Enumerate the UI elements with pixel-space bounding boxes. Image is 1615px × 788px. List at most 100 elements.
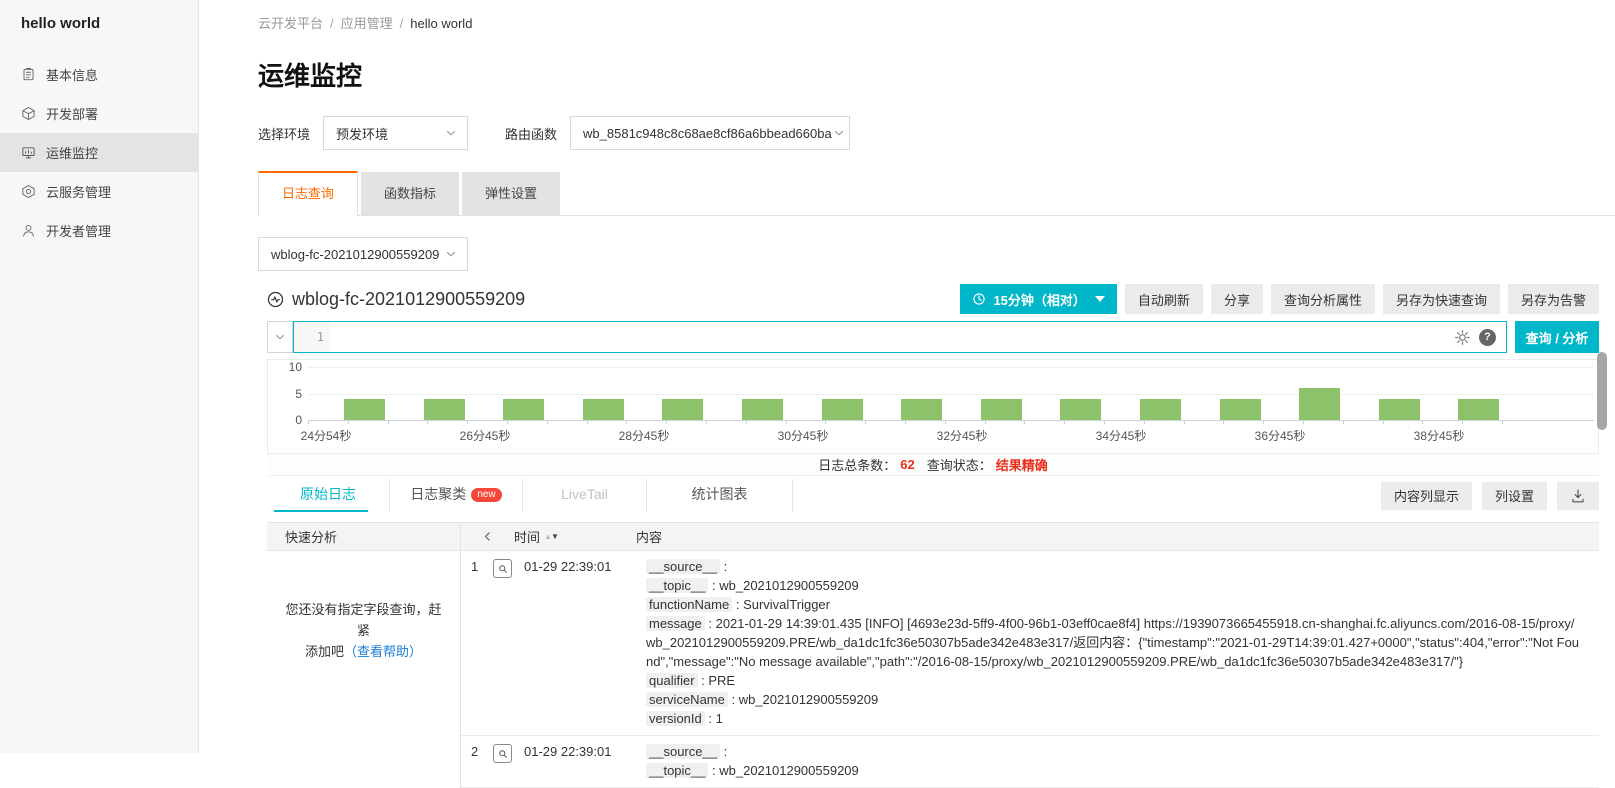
sort-icons[interactable]: ▲▼	[544, 532, 558, 541]
breadcrumb-separator: /	[330, 16, 334, 31]
log-field-key[interactable]: functionName	[646, 597, 732, 612]
result-tab-统计图表[interactable]: 统计图表	[647, 479, 793, 512]
x-axis-tick	[825, 420, 826, 424]
toolbar-button-查询分析属性[interactable]: 查询分析属性	[1271, 284, 1375, 314]
view-help-link[interactable]: （查看帮助）	[344, 644, 422, 659]
log-row-index: 2	[471, 742, 493, 780]
x-axis-tick	[786, 420, 787, 424]
monitor-icon	[21, 145, 36, 160]
gear-icon[interactable]	[1454, 329, 1471, 346]
route-function-value: wb_8581c948c8c68ae8cf86a6bbead660ba	[583, 126, 832, 141]
sidebar-menu: 基本信息开发部署运维监控云服务管理开发者管理	[0, 55, 198, 250]
log-field-key[interactable]: __source__	[646, 744, 720, 759]
logstore-select[interactable]: wblog-fc-2021012900559209	[258, 237, 468, 271]
breadcrumb-item[interactable]: 应用管理	[341, 16, 393, 31]
tab-弹性设置[interactable]: 弹性设置	[462, 172, 560, 215]
time-range-button[interactable]: 15分钟（相对）	[960, 284, 1116, 314]
toolbar-button-自动刷新[interactable]: 自动刷新	[1125, 284, 1203, 314]
x-axis-tick-label: 38分45秒	[1414, 427, 1465, 444]
x-axis-tick	[985, 420, 986, 424]
log-field-sep: :	[720, 744, 727, 759]
toolbar-button-另存为告警[interactable]: 另存为告警	[1508, 284, 1599, 314]
log-field-sep: :	[705, 711, 716, 726]
search-analyze-button[interactable]: 查询 / 分析	[1515, 321, 1599, 353]
log-row: 101-29 22:39:01__source__ : __topic__ : …	[461, 551, 1599, 736]
tab-函数指标[interactable]: 函数指标	[361, 172, 459, 215]
toolbar-button-另存为快速查询[interactable]: 另存为快速查询	[1383, 284, 1500, 314]
result-tab-原始日志[interactable]: 原始日志	[267, 479, 390, 512]
log-field-key[interactable]: __topic__	[646, 578, 708, 593]
log-row-time: 01-29 22:39:01	[524, 742, 646, 780]
log-field-key[interactable]: __topic__	[646, 763, 708, 778]
histogram-bar	[583, 399, 624, 420]
time-column-header[interactable]: 时间 ▲▼	[514, 527, 636, 546]
help-icon[interactable]: ?	[1479, 329, 1496, 346]
main-tabs: 日志查询函数指标弹性设置	[258, 171, 1615, 216]
log-field: __source__ :	[646, 557, 1583, 576]
log-field-key[interactable]: versionId	[646, 711, 705, 726]
x-axis-tick	[905, 420, 906, 424]
log-field-sep: :	[708, 578, 719, 593]
breadcrumb-item[interactable]: 云开发平台	[258, 16, 323, 31]
log-detail-button[interactable]	[493, 744, 512, 763]
collapse-column-button[interactable]	[461, 530, 514, 543]
x-axis-tick	[308, 420, 309, 424]
action-button-内容列显示[interactable]: 内容列显示	[1381, 482, 1472, 510]
log-rows: 101-29 22:39:01__source__ : __topic__ : …	[461, 551, 1599, 788]
log-field: __topic__ : wb_2021012900559209	[646, 576, 1583, 595]
result-tab-日志聚类[interactable]: 日志聚类new	[390, 479, 523, 512]
log-field-value: 1	[716, 711, 723, 726]
vertical-scrollbar-thumb[interactable]	[1597, 352, 1607, 430]
y-axis-label: 10	[272, 360, 302, 374]
sidebar-item-4[interactable]: 云服务管理	[0, 172, 198, 211]
result-tab-label: 统计图表	[692, 486, 748, 502]
logstore-pulse-icon	[267, 291, 284, 308]
download-button[interactable]	[1557, 482, 1599, 510]
sidebar-item-label: 运维监控	[46, 143, 98, 162]
x-axis-tick-label: 32分45秒	[937, 427, 988, 444]
toolbar-buttons: 自动刷新分享查询分析属性另存为快速查询另存为告警	[1125, 284, 1599, 314]
logstore-select-value: wblog-fc-2021012900559209	[271, 247, 439, 262]
x-axis-tick	[1184, 420, 1185, 424]
breadcrumb-separator: /	[400, 16, 404, 31]
page-title: 运维监控	[258, 56, 1615, 93]
log-field-sep: :	[728, 692, 739, 707]
query-bar: 1 ? 查询 / 分析	[267, 321, 1599, 353]
log-field: functionName : SurvivalTrigger	[646, 595, 1583, 614]
result-tab-LiveTail[interactable]: LiveTail	[523, 479, 647, 512]
route-function-select[interactable]: wb_8581c948c8c68ae8cf86a6bbead660ba	[570, 116, 850, 150]
env-select[interactable]: 预发环境	[323, 116, 468, 150]
log-field-key[interactable]: serviceName	[646, 692, 728, 707]
env-select-label: 选择环境	[258, 124, 310, 143]
sidebar-item-2[interactable]: 开发部署	[0, 94, 198, 133]
toolbar-button-分享[interactable]: 分享	[1211, 284, 1263, 314]
sidebar-item-1[interactable]: 基本信息	[0, 55, 198, 94]
sidebar-item-label: 开发部署	[46, 104, 98, 123]
histogram-bar	[503, 399, 544, 420]
gridline	[308, 394, 1594, 395]
log-field: message : 2021-01-29 14:39:01.435 [INFO]…	[646, 614, 1583, 671]
x-axis-tick-label: 34分45秒	[1096, 427, 1147, 444]
query-expand-button[interactable]	[267, 321, 293, 353]
log-detail-button[interactable]	[493, 559, 512, 578]
log-field-key[interactable]: message	[646, 616, 705, 631]
action-button-列设置[interactable]: 列设置	[1482, 482, 1547, 510]
caret-down-icon	[1095, 296, 1105, 302]
log-field-key[interactable]: qualifier	[646, 673, 698, 688]
log-field: qualifier : PRE	[646, 671, 1583, 690]
log-field: __topic__ : wb_2021012900559209	[646, 761, 1583, 780]
tab-日志查询[interactable]: 日志查询	[258, 171, 358, 216]
x-axis-tick-label: 28分45秒	[619, 427, 670, 444]
content-column-header: 内容	[636, 527, 662, 546]
sidebar-item-5[interactable]: 开发者管理	[0, 211, 198, 250]
log-table-header-main: 时间 ▲▼ 内容	[461, 523, 1599, 550]
x-axis-tick	[547, 420, 548, 424]
query-input[interactable]	[330, 322, 1454, 352]
log-field-key[interactable]: __source__	[646, 559, 720, 574]
x-axis-tick	[1223, 420, 1224, 424]
x-axis-tick	[1024, 420, 1025, 424]
sidebar-item-3[interactable]: 运维监控	[0, 133, 198, 172]
histogram-bar	[1379, 399, 1420, 420]
empty-text-line2: 添加吧	[305, 644, 344, 659]
filter-row: 选择环境 预发环境 路由函数 wb_8581c948c8c68ae8cf86a6…	[258, 116, 1615, 150]
